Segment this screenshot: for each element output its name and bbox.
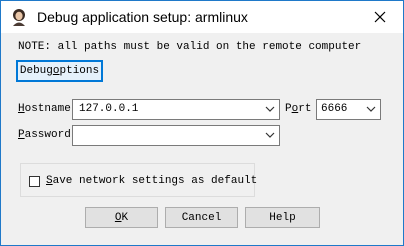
note-text: NOTE: all paths must be valid on the rem… — [18, 41, 362, 53]
password-label-rest: assword — [24, 129, 71, 141]
help-label: Help — [269, 211, 296, 224]
debug-options-accel: o — [52, 65, 60, 77]
hostname-label-rest: ostname — [24, 103, 71, 115]
port-combobox[interactable]: 6666 — [316, 99, 381, 120]
title-bar[interactable]: Debug application setup: armlinux — [1, 1, 403, 33]
ok-button[interactable]: OK — [85, 207, 158, 228]
close-button[interactable] — [357, 1, 403, 33]
hostname-accel: H — [18, 103, 25, 115]
debug-options-label-suffix: ptions — [59, 65, 100, 77]
save-settings-accel: S — [46, 175, 53, 187]
dialog-window: Debug application setup: armlinux NOTE: … — [0, 0, 404, 246]
hostname-value: 127.0.0.1 — [79, 103, 139, 115]
save-settings-checkbox[interactable] — [29, 176, 40, 187]
save-settings-label-rest: ave network settings as default — [52, 175, 258, 187]
hostname-label: Hostname — [18, 103, 71, 115]
window-title: Debug application setup: armlinux — [37, 9, 248, 25]
chevron-down-icon[interactable] — [265, 105, 275, 113]
save-settings-label[interactable]: Save network settings as default — [46, 175, 257, 187]
hostname-combobox[interactable]: 127.0.0.1 — [72, 99, 280, 120]
password-label: Password — [18, 129, 71, 141]
debug-options-label-prefix: Debug — [19, 65, 53, 77]
password-accel: P — [18, 129, 25, 141]
port-value: 6666 — [321, 103, 348, 115]
cancel-button[interactable]: Cancel — [165, 207, 238, 228]
port-label-rest: rt — [298, 103, 312, 115]
password-combobox[interactable] — [72, 125, 280, 146]
cancel-label: Cancel — [181, 211, 222, 224]
port-label: Port — [285, 103, 311, 115]
ok-label-rest: K — [121, 211, 129, 224]
port-label-prefix: P — [285, 103, 292, 115]
ok-accel: O — [114, 211, 122, 224]
debug-options-button[interactable]: Debug o ptions — [16, 60, 103, 82]
chevron-down-icon[interactable] — [265, 131, 275, 139]
user-avatar-icon — [13, 9, 25, 26]
help-button[interactable]: Help — [245, 207, 320, 228]
chevron-down-icon[interactable] — [366, 105, 376, 113]
close-icon — [374, 11, 386, 23]
